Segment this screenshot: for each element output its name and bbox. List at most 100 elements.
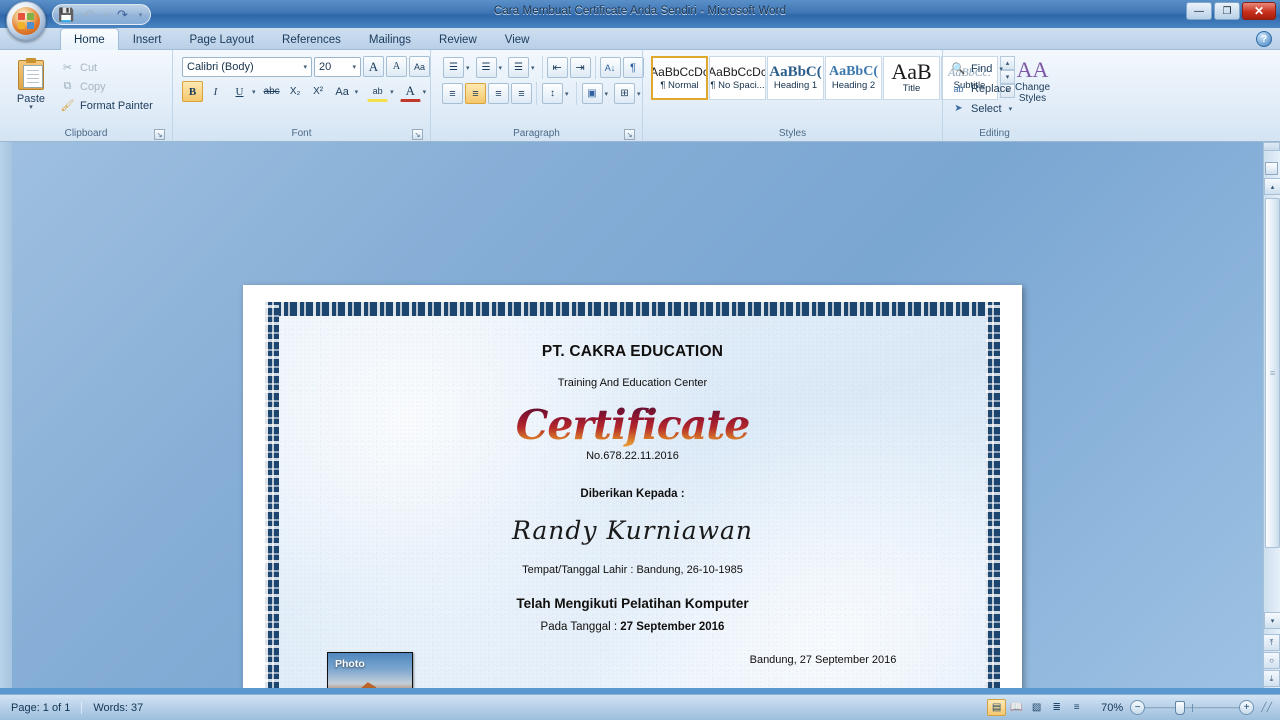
chevron-down-icon[interactable]: ▾ [497,64,505,72]
zoom-slider[interactable]: − + [1130,700,1255,715]
strikethrough-button[interactable]: abc [261,81,283,102]
style-title[interactable]: AaB Title [883,56,940,100]
font-dialog-launcher[interactable]: ↘ [412,129,423,140]
tab-insert[interactable]: Insert [119,28,176,50]
subscript-button[interactable]: X₂ [285,81,306,102]
decrease-indent-button[interactable]: ⇤ [546,57,568,78]
resize-grip-icon[interactable]: ╱╱ [1261,702,1272,713]
select-browse-object-button[interactable]: ○ [1263,652,1280,669]
tab-review[interactable]: Review [425,28,491,50]
scrollbar-thumb[interactable] [1265,198,1280,548]
outline-view-icon[interactable]: ≣ [1047,699,1066,716]
shading-icon[interactable]: ▣ [581,83,603,104]
paste-button[interactable]: Paste ▾ [5,56,57,111]
chevron-down-icon[interactable]: ▾ [1007,105,1015,113]
zoom-slider-track[interactable] [1145,700,1240,715]
help-icon[interactable]: ? [1256,31,1272,47]
style-no-spacing[interactable]: AaBbCcDc ¶ No Spaci... [709,56,766,100]
tab-home[interactable]: Home [60,28,119,50]
browse-object-preview-icon[interactable] [1265,162,1278,175]
word-count[interactable]: Words: 37 [81,701,154,714]
style-heading-1[interactable]: AaBbC( Heading 1 [767,56,824,100]
italic-button[interactable]: I [205,81,226,102]
font-name-combo[interactable]: Calibri (Body) ▾ [182,56,312,77]
paragraph-dialog-launcher[interactable]: ↘ [624,129,635,140]
chevron-down-icon[interactable]: ▾ [563,90,571,98]
align-right-button[interactable]: ≡ [488,83,509,104]
chevron-down-icon[interactable]: ▾ [464,64,472,72]
cut-button[interactable]: ✂ Cut [57,59,158,76]
numbered-list-icon[interactable]: ☰ [475,57,497,78]
zoom-level[interactable]: 70% [1093,702,1123,714]
print-layout-view-icon[interactable]: ▤ [987,699,1007,716]
bullets-split[interactable]: ☰ ▾ [442,56,473,79]
zoom-in-button[interactable]: + [1239,700,1255,715]
format-painter-button[interactable]: 🖌 Format Painter [57,97,158,114]
next-page-button[interactable]: ⤓ [1263,670,1280,687]
font-color-split[interactable]: A ▾ [399,80,430,103]
photo-placeholder-image[interactable]: Photo [327,652,413,688]
bullet-list-icon[interactable]: ☰ [443,57,464,78]
chevron-down-icon[interactable]: ▾ [603,90,611,98]
align-center-button[interactable]: ≡ [465,83,486,104]
shading-split[interactable]: ▣ ▾ [581,82,612,105]
superscript-button[interactable]: X² [308,81,329,102]
web-layout-view-icon[interactable]: ▧ [1027,699,1046,716]
document-page[interactable]: PT. CAKRA EDUCATION Training And Educati… [243,285,1022,688]
select-button[interactable]: ➤ Select ▾ [948,100,1019,117]
scroll-up-button[interactable]: ▴ [1264,178,1280,195]
draft-view-icon[interactable]: ≡ [1067,699,1086,716]
style-normal[interactable]: AaBbCcDc ¶ Normal [651,56,708,100]
font-size-combo[interactable]: 20 ▾ [314,56,361,77]
line-spacing-split[interactable]: ↕ ▾ [541,82,572,105]
chevron-down-icon[interactable]: ▾ [353,88,361,96]
chevron-down-icon[interactable]: ▾ [421,88,429,96]
change-case-button[interactable]: Aa [332,81,353,102]
borders-icon[interactable]: ⊞ [614,83,636,104]
clipboard-dialog-launcher[interactable]: ↘ [154,129,165,140]
find-button[interactable]: 🔍 Find ▾ [948,60,1019,77]
text-highlight-icon[interactable]: ab [367,81,389,102]
tab-mailings[interactable]: Mailings [355,28,425,50]
shrink-font-button[interactable]: A [386,56,407,77]
change-case-split[interactable]: Aa ▾ [331,80,362,103]
chevron-down-icon[interactable]: ▾ [388,88,396,96]
undo-dropdown-caret-icon[interactable]: ▾ [102,6,109,23]
close-button[interactable]: ✕ [1242,2,1276,20]
office-button[interactable] [6,1,46,41]
vertical-scrollbar[interactable]: ▴ ▾ ⤒ ○ ⤓ [1263,142,1280,688]
redo-icon[interactable]: ↷ [114,6,131,23]
borders-split[interactable]: ⊞ ▾ [613,82,644,105]
clear-formatting-button[interactable]: Aa [409,56,430,77]
bold-button[interactable]: B [182,81,203,102]
tab-page-layout[interactable]: Page Layout [175,28,268,50]
tab-view[interactable]: View [491,28,544,50]
multilevel-list-icon[interactable]: ☰ [508,57,530,78]
chevron-down-icon[interactable]: ▾ [529,64,537,72]
underline-button[interactable]: U [229,81,250,102]
maximize-button[interactable]: ❐ [1214,2,1240,20]
font-color-icon[interactable]: A [399,81,421,102]
style-heading-2[interactable]: AaBbC( Heading 2 [825,56,882,100]
undo-icon[interactable]: ↶ [80,6,97,23]
show-formatting-marks-icon[interactable]: ¶ [622,57,644,78]
copy-button[interactable]: ⧉ Copy [57,78,158,95]
underline-split[interactable]: U ▾ [228,80,259,103]
chevron-down-icon[interactable]: ▾ [997,65,1005,73]
scroll-down-button[interactable]: ▾ [1264,612,1280,629]
zoom-out-button[interactable]: − [1130,700,1146,715]
customize-qat-caret-icon[interactable]: ▾ [136,6,145,23]
line-spacing-icon[interactable]: ↕ [542,83,563,104]
chevron-down-icon[interactable]: ▾ [250,88,258,96]
replace-button[interactable]: ab Replace [948,80,1019,97]
document-canvas[interactable]: PT. CAKRA EDUCATION Training And Educati… [0,142,1280,688]
grow-font-button[interactable]: A [363,56,384,77]
split-window-handle[interactable] [1263,142,1280,151]
tab-references[interactable]: References [268,28,355,50]
multilevel-split[interactable]: ☰ ▾ [507,56,538,79]
sort-icon[interactable]: A↓ [599,57,621,78]
previous-page-button[interactable]: ⤒ [1263,634,1280,651]
align-left-button[interactable]: ≡ [442,83,463,104]
minimize-button[interactable]: — [1186,2,1212,20]
numbering-split[interactable]: ☰ ▾ [475,56,506,79]
